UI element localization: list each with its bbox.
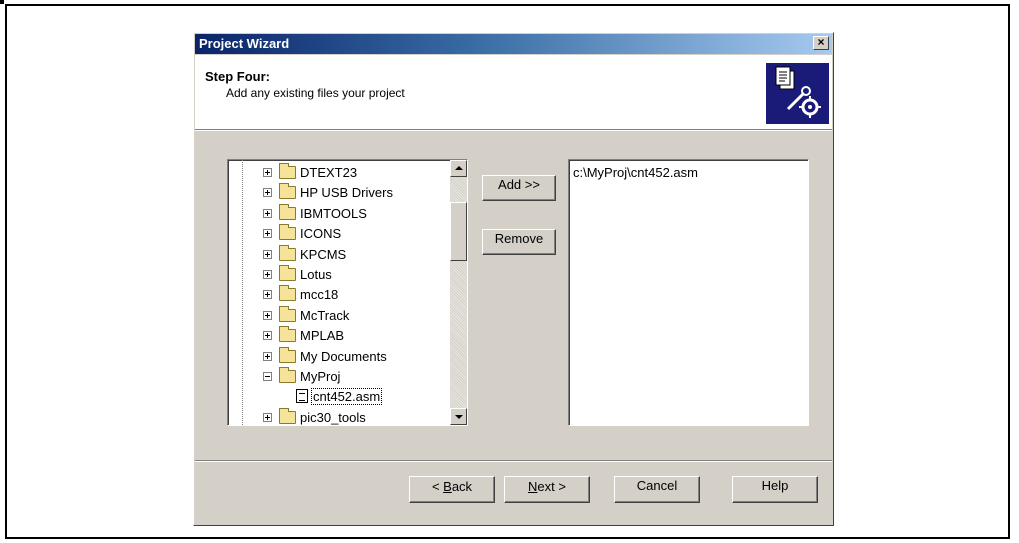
- tree-item-label: IBMTOOLS: [300, 205, 367, 221]
- tree-item[interactable]: HP USB Drivers: [228, 183, 450, 203]
- expand-icon[interactable]: [263, 351, 272, 361]
- project-files-list[interactable]: c:\MyProj\cnt452.asm: [568, 159, 809, 426]
- scroll-thumb[interactable]: [450, 202, 467, 261]
- cancel-button-label: Cancel: [636, 478, 678, 493]
- tree-item-label: HP USB Drivers: [300, 185, 393, 201]
- tree-item[interactable]: DTEXT23: [228, 163, 450, 183]
- folder-icon: [279, 244, 296, 261]
- scroll-up-button[interactable]: [450, 160, 467, 177]
- folder-icon: [279, 203, 296, 220]
- tree-item-label: My Documents: [300, 348, 387, 364]
- wizard-header: Step Four: Add any existing files your p…: [195, 55, 832, 130]
- tree-item-label: pic30_tools: [300, 409, 366, 425]
- tree-item-label: DTEXT23: [300, 165, 358, 180]
- tree-item-label: Lotus: [300, 267, 332, 282]
- next-button[interactable]: Next >: [504, 476, 590, 503]
- expand-icon[interactable]: [263, 188, 272, 198]
- tree-item[interactable]: KPCMS: [228, 244, 450, 265]
- folder-icon: [279, 265, 296, 281]
- folder-icon: [279, 183, 296, 200]
- tree-item-label: MyProj: [300, 369, 341, 384]
- remove-button-label: Remove: [494, 231, 544, 246]
- tree-item[interactable]: mcc18: [228, 285, 450, 305]
- remove-button[interactable]: Remove: [482, 229, 556, 255]
- folder-icon: [279, 305, 296, 322]
- tree-item[interactable]: My Documents: [228, 346, 450, 367]
- add-button-label: Add >>: [498, 177, 540, 192]
- tree-item-label: KPCMS: [300, 246, 347, 262]
- tree-item[interactable]: ICONS: [228, 224, 450, 244]
- tree-item-label: MPLAB: [300, 328, 345, 344]
- tree-item-label: ICONS: [300, 226, 342, 242]
- help-button[interactable]: Help: [732, 476, 818, 503]
- folder-icon: [279, 285, 296, 302]
- close-icon: ×: [817, 35, 825, 49]
- expand-icon[interactable]: [263, 270, 272, 279]
- tree-item[interactable]: cnt452.asm: [228, 387, 450, 407]
- wizard-tools-icon: [766, 63, 829, 124]
- scroll-down-icon: [455, 415, 463, 419]
- tree-item[interactable]: IBMTOOLS: [228, 203, 450, 224]
- folder-icon: [279, 224, 296, 241]
- dialog-title: Project Wizard: [199, 36, 290, 51]
- list-item[interactable]: c:\MyProj\cnt452.asm: [573, 165, 698, 180]
- add-button[interactable]: Add >>: [482, 175, 556, 201]
- tree-item[interactable]: Lotus: [228, 265, 450, 285]
- help-button-label: Help: [761, 478, 789, 493]
- expand-icon[interactable]: [263, 331, 272, 341]
- folder-icon: [279, 407, 296, 424]
- file-icon: [296, 389, 308, 404]
- step-title: Step Four:: [205, 69, 270, 84]
- folder-icon: [279, 367, 296, 383]
- tree-item[interactable]: MyProj: [228, 367, 450, 387]
- scroll-down-button[interactable]: [450, 408, 467, 425]
- folder-tree[interactable]: DTEXT23 HP USB Drivers IBMTOOLS ICONS KPCMS L…: [227, 159, 468, 426]
- expand-icon[interactable]: [263, 412, 272, 422]
- expand-icon[interactable]: [263, 168, 272, 177]
- expand-icon[interactable]: [263, 229, 272, 239]
- expand-icon[interactable]: [263, 249, 272, 259]
- expand-icon[interactable]: [263, 290, 272, 300]
- back-button-label: < Back: [431, 479, 473, 494]
- footer-separator-highlight: [195, 461, 832, 462]
- expand-icon[interactable]: [263, 208, 272, 218]
- project-wizard-dialog: Project Wizard × Step Four: Add any exis…: [193, 32, 834, 526]
- tree-item-label: cnt452.asm: [310, 388, 383, 406]
- caption-bar: [0, 0, 4, 4]
- tree-scrollbar[interactable]: [450, 160, 467, 425]
- collapse-icon[interactable]: [263, 372, 272, 381]
- folder-icon: [279, 346, 296, 363]
- header-separator: [195, 130, 832, 131]
- tree-item[interactable]: pic30_tools: [228, 407, 450, 425]
- tree-item[interactable]: McTrack: [228, 305, 450, 326]
- folder-icon: [279, 326, 296, 343]
- close-button[interactable]: ×: [813, 36, 829, 50]
- tree-item-label: McTrack: [300, 307, 350, 323]
- cancel-button[interactable]: Cancel: [614, 476, 700, 503]
- folder-icon: [279, 163, 296, 179]
- step-description: Add any existing files your project: [226, 86, 405, 100]
- back-button[interactable]: < Back: [409, 476, 495, 503]
- expand-icon[interactable]: [263, 310, 272, 320]
- tree-item-label: mcc18: [300, 287, 339, 303]
- scroll-up-icon: [455, 166, 463, 170]
- title-bar[interactable]: Project Wizard ×: [195, 34, 832, 54]
- next-button-label: Next >: [528, 479, 566, 494]
- tree-item[interactable]: MPLAB: [228, 326, 450, 346]
